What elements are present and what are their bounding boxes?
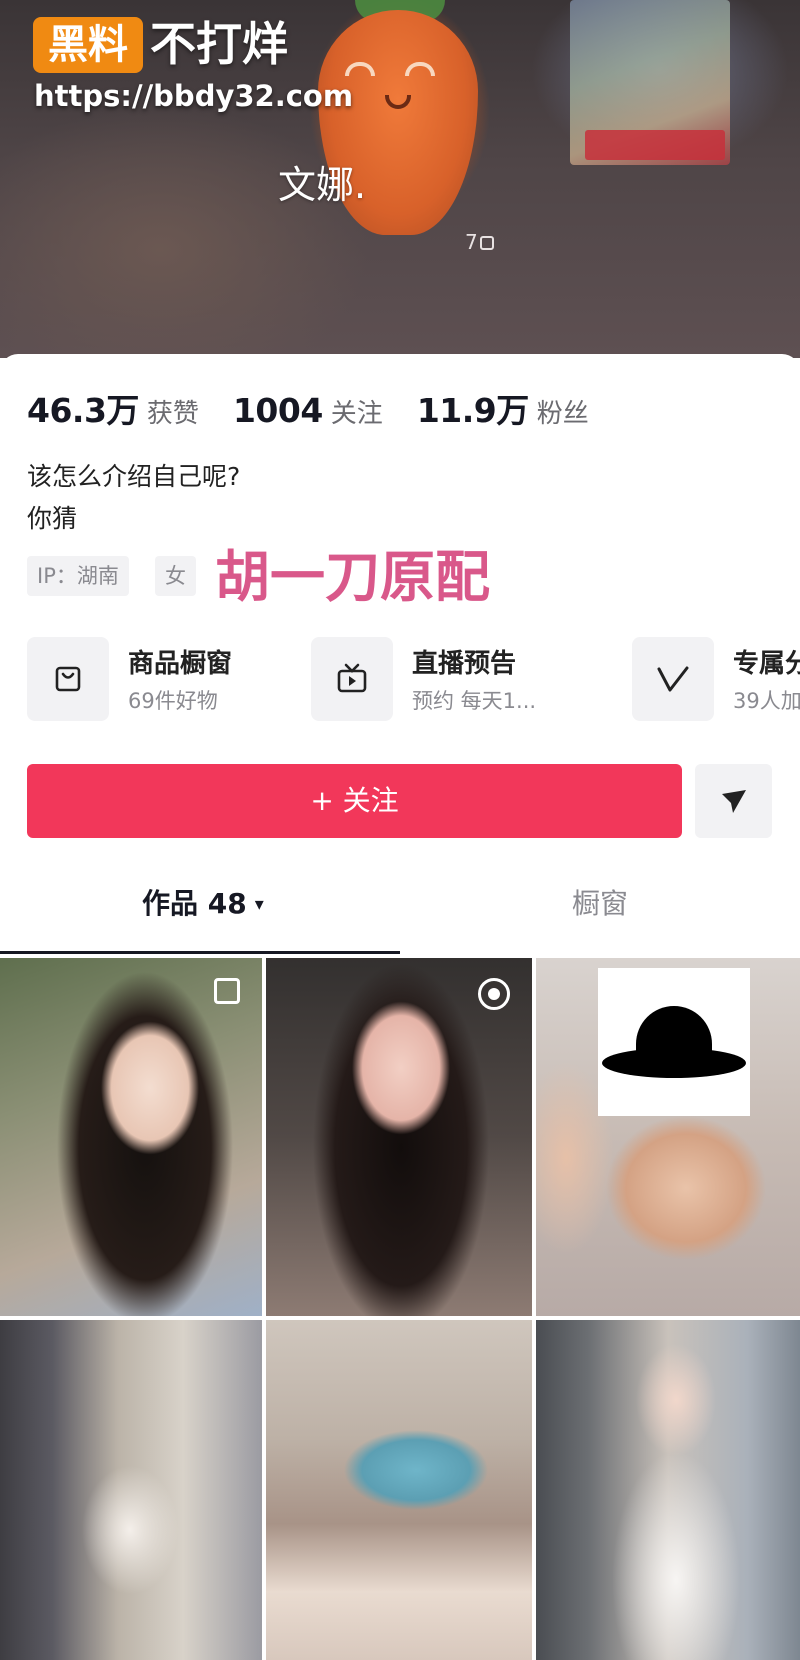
- bio-line-2: 你猜: [27, 504, 78, 533]
- stat-likes-value: 46.3万: [27, 391, 139, 430]
- bag-icon: [55, 666, 81, 692]
- tab-showcase[interactable]: 橱窗: [572, 884, 628, 924]
- watermark-logo-text: 不打烊: [150, 17, 288, 71]
- profile-card: 46.3万 获赞 1004 关注 11.9万 粉丝 该怎么介绍自己呢? 你猜 I…: [0, 354, 800, 954]
- video-thumbnail[interactable]: [266, 958, 532, 1316]
- feature-shop-window[interactable]: 商品橱窗 69件好物: [27, 637, 297, 723]
- tv-icon: [337, 663, 367, 693]
- feature-exclusive-icon-box: [632, 637, 714, 721]
- works-grid: [0, 958, 800, 1660]
- live-photo-icon: [478, 978, 510, 1010]
- video-thumbnail[interactable]: [0, 958, 262, 1316]
- feature-shop-window-title: 商品橱窗: [128, 649, 233, 679]
- share-button[interactable]: [695, 764, 772, 838]
- tab-active-indicator: [0, 951, 400, 954]
- feature-live-preview-title: 直播预告: [412, 649, 517, 679]
- stat-likes[interactable]: 46.3万 获赞: [27, 384, 199, 432]
- feature-live-preview-icon-box: [311, 637, 393, 721]
- video-thumbnail[interactable]: [266, 1320, 532, 1660]
- stat-following-label: 关注: [330, 399, 383, 429]
- stat-likes-label: 获赞: [146, 399, 199, 429]
- feature-shop-window-subtitle: 69件好物: [128, 689, 218, 713]
- image-set-icon: [214, 978, 240, 1004]
- follow-button[interactable]: + 关注: [27, 764, 682, 838]
- stat-followers-value: 11.9万: [416, 391, 529, 430]
- video-thumbnail[interactable]: [536, 958, 800, 1316]
- watermark-url: https://bbdy32.com: [34, 79, 354, 113]
- profile-stats: 46.3万 获赞 1004 关注 11.9万 粉丝: [27, 384, 623, 434]
- watermark-logo: 黑料: [33, 17, 143, 73]
- video-thumbnail[interactable]: [0, 1320, 262, 1660]
- stat-following-value: 1004: [232, 391, 323, 430]
- hat-sticker: [598, 968, 750, 1116]
- profile-nickname: 文娜.: [278, 163, 367, 207]
- banner-photo-count: 7: [465, 230, 494, 254]
- gender-tag: 女: [155, 556, 196, 596]
- feature-shop-window-icon-box: [27, 637, 109, 721]
- banner-photo-count-value: 7: [465, 230, 478, 254]
- hat-brim: [602, 1048, 746, 1078]
- overlay-caption: 胡一刀原配: [215, 545, 491, 609]
- feature-exclusive-title: 专属分: [733, 649, 800, 679]
- v-icon: [657, 666, 689, 692]
- feature-live-preview[interactable]: 直播预告 预约 每天1...: [311, 637, 611, 723]
- send-icon: [721, 790, 746, 813]
- stat-following[interactable]: 1004 关注: [233, 391, 383, 430]
- video-thumbnail[interactable]: [536, 1320, 800, 1660]
- tab-works[interactable]: 作品 48 ▾: [142, 884, 264, 925]
- feature-exclusive[interactable]: 专属分 39人加: [632, 637, 800, 723]
- stat-followers-label: 粉丝: [536, 399, 589, 429]
- feature-live-preview-subtitle: 预约 每天1...: [412, 689, 537, 713]
- feature-exclusive-subtitle: 39人加: [733, 689, 800, 713]
- photo-stack-icon: [479, 236, 494, 250]
- background-poster-tag: [585, 130, 725, 160]
- ip-location-tag: IP：湖南: [27, 556, 129, 596]
- profile-banner: 黑料 不打烊 https://bbdy32.com 文娜. 7: [0, 0, 800, 358]
- stat-followers[interactable]: 11.9万 粉丝: [417, 384, 589, 432]
- bio-line-1: 该怎么介绍自己呢?: [27, 462, 241, 491]
- tab-works-label: 作品 48: [142, 887, 247, 920]
- chevron-down-icon: ▾: [254, 894, 264, 915]
